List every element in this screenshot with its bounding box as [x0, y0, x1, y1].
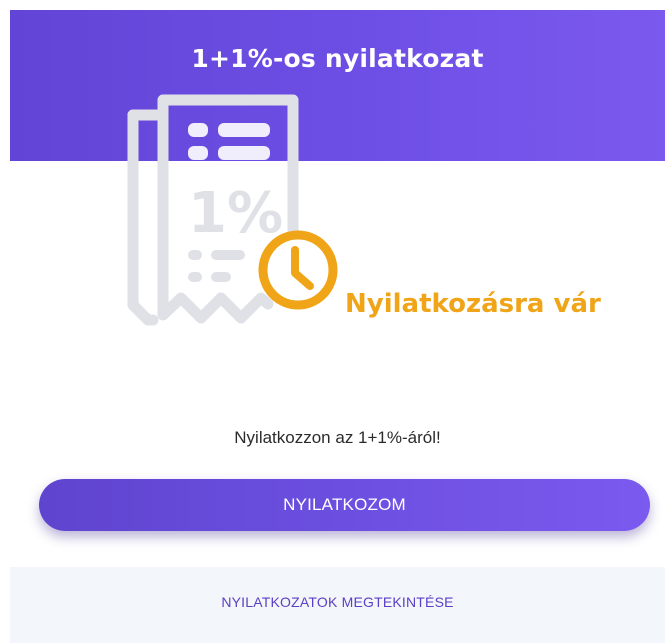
card-footer: NYILATKOZATOK MEGTEKINTÉSE — [10, 567, 665, 643]
card-title: 1+1%-os nyilatkozat — [191, 44, 484, 73]
receipt-back-shape — [127, 109, 159, 326]
receipt-clock-icon: 1% — [127, 94, 338, 326]
prompt-text: Nyilatkozzon az 1+1%-áról! — [234, 428, 441, 447]
declare-button[interactable]: NYILATKOZOM — [39, 479, 650, 531]
receipt-percent-label: 1% — [188, 181, 283, 246]
view-declarations-link[interactable]: NYILATKOZATOK MEGTEKINTÉSE — [10, 594, 665, 610]
status-label: Nyilatkozásra vár — [345, 289, 601, 319]
declaration-card: 1+1%-os nyilatkozat 1% Nyilatkozásra vár… — [10, 10, 665, 643]
